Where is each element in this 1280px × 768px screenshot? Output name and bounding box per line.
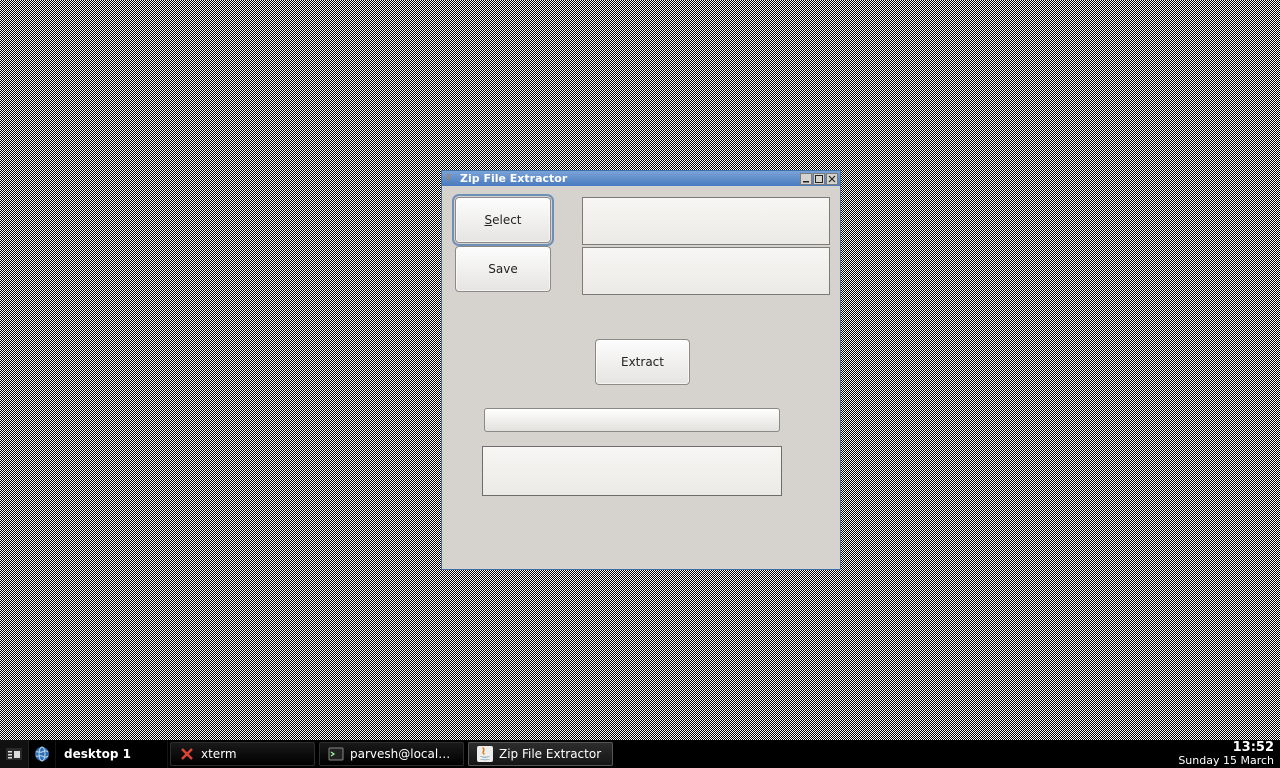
xterm-icon [179, 746, 195, 762]
globe-icon [34, 746, 50, 762]
maximize-button[interactable] [813, 173, 825, 185]
java-icon [444, 173, 456, 185]
titlebar[interactable]: Zip File Extractor [442, 171, 840, 186]
task-label: parvesh@localho... [350, 747, 455, 761]
java-icon [477, 746, 493, 762]
input-path-field[interactable] [582, 197, 830, 245]
web-browser-launcher[interactable] [29, 740, 56, 768]
client-area: Select Save Extract [442, 186, 840, 569]
task-label: Zip File Extractor [499, 747, 604, 761]
save-button-label: Save [488, 262, 517, 276]
status-field[interactable] [482, 446, 782, 496]
select-button[interactable]: Select [455, 197, 551, 243]
launcher-icon [6, 748, 22, 760]
progress-bar [484, 408, 780, 432]
taskbar-clock[interactable]: 13:52 Sunday 15 March [1172, 740, 1280, 768]
task-label: xterm [201, 747, 306, 761]
launcher-button[interactable] [0, 740, 29, 768]
save-button[interactable]: Save [455, 246, 551, 292]
window-controls [800, 173, 838, 185]
extract-button[interactable]: Extract [595, 339, 690, 385]
minimize-button[interactable] [800, 173, 812, 185]
desktop-switcher-label: desktop 1 [64, 747, 131, 761]
task-xterm[interactable]: xterm [170, 742, 315, 766]
output-path-field[interactable] [582, 247, 830, 295]
extract-button-label: Extract [621, 355, 664, 369]
task-terminal[interactable]: parvesh@localho... [319, 742, 464, 766]
terminal-icon [328, 746, 344, 762]
app-window: Zip File Extractor Select Save [441, 170, 841, 570]
taskbar: desktop 1 xterm parvesh@localho... [0, 740, 1280, 768]
clock-time: 13:52 [1233, 741, 1274, 755]
close-button[interactable] [826, 173, 838, 185]
task-zip-extractor[interactable]: Zip File Extractor [468, 742, 613, 766]
window-title: Zip File Extractor [460, 172, 800, 185]
desktop-switcher[interactable]: desktop 1 [56, 740, 168, 768]
taskbar-left: desktop 1 xterm parvesh@localho... [0, 740, 615, 768]
select-button-label: Select [484, 213, 521, 227]
clock-date: Sunday 15 March [1178, 755, 1274, 767]
